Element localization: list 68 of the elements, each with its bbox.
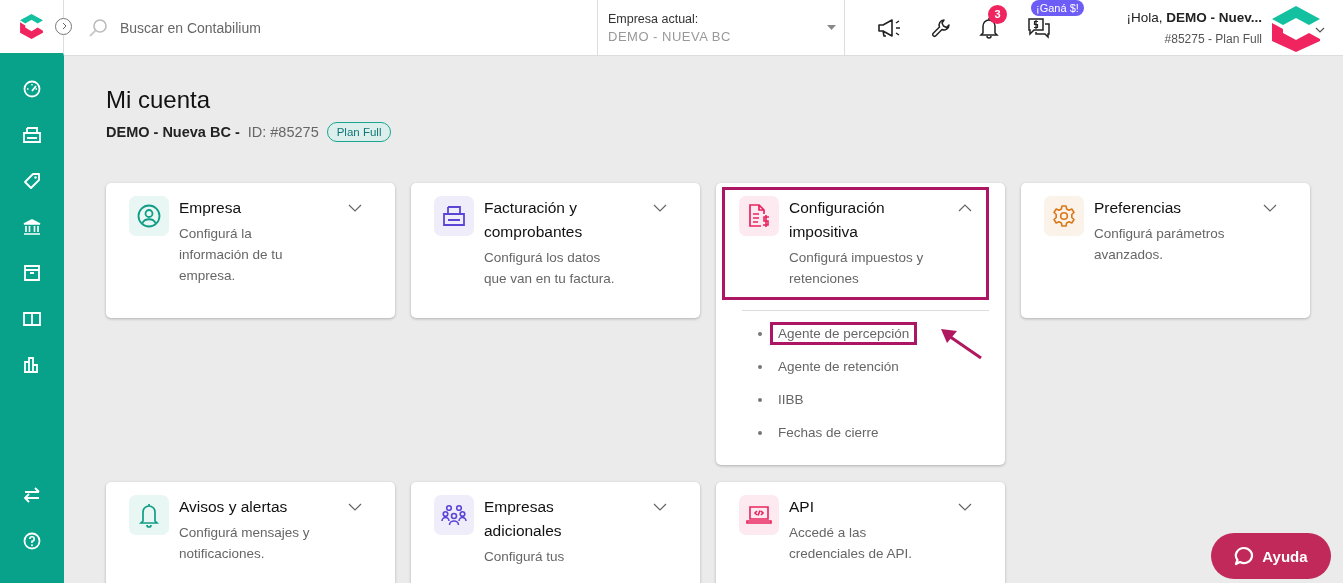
laptop-code-icon: [746, 505, 772, 525]
bank-icon[interactable]: [23, 218, 41, 236]
settings-card[interactable]: Preferencias Configurá parámetros avanzados.: [1021, 183, 1310, 318]
chevron-down-icon[interactable]: [653, 204, 667, 212]
plan-badge: Plan Full: [326, 122, 392, 142]
book-icon[interactable]: [23, 310, 41, 328]
swap-arrows-icon[interactable]: [23, 486, 41, 504]
card-description: Configurá tus: [484, 548, 566, 566]
tag-icon[interactable]: [23, 172, 41, 190]
chevron-down-icon[interactable]: [348, 204, 362, 212]
card-description: Configurá la información de tu empresa.: [179, 225, 284, 285]
submenu-link[interactable]: IIBB: [770, 388, 812, 411]
logo-icon[interactable]: [19, 12, 44, 40]
card-title: Empresas adicionales: [484, 497, 563, 541]
card-description: Configurá impuestos y retenciones: [789, 249, 925, 288]
expand-button[interactable]: [55, 17, 72, 35]
settings-card[interactable]: API Accedé a las credenciales de API.: [716, 482, 1005, 583]
help-icon[interactable]: [23, 532, 41, 550]
card-description: Configurá mensajes y notificaciones.: [179, 524, 311, 563]
promo-badge[interactable]: ¡Ganá $!: [1031, 0, 1084, 16]
chevron-down-icon[interactable]: [653, 503, 667, 511]
card-description: Accedé a las credenciales de API.: [789, 524, 914, 563]
dashboard-gauge-icon[interactable]: [23, 80, 41, 98]
printer-icon[interactable]: [23, 126, 41, 144]
help-chat-button[interactable]: Ayuda: [1211, 533, 1331, 579]
settings-card[interactable]: Empresa Configurá la información de tu empresa.: [106, 183, 395, 318]
settings-card[interactable]: Avisos y alertas Configurá mensajes y notificaciones.: [106, 482, 395, 583]
user-greeting: ¡Hola, DEMO - Nuev...: [1126, 9, 1262, 25]
card-title: Empresa: [179, 198, 243, 218]
wrench-icon[interactable]: [931, 17, 951, 38]
page-title: Mi cuenta: [106, 86, 212, 114]
settings-icon: [1052, 204, 1076, 228]
card-title: API: [789, 497, 815, 517]
money-chat-icon[interactable]: [1027, 16, 1051, 39]
person-icon: [137, 204, 161, 228]
chat-bubble-icon: [1234, 546, 1255, 566]
card-description: Configurá parámetros avanzados.: [1094, 225, 1226, 264]
megaphone-icon[interactable]: [877, 17, 903, 38]
printer-icon: [442, 205, 466, 227]
box-icon[interactable]: [23, 264, 41, 282]
chevron-down-icon[interactable]: [1263, 204, 1277, 212]
company-name: DEMO - Nueva BC -: [106, 124, 240, 140]
notification-badge: 3: [988, 4, 1007, 24]
people-group-icon: [441, 504, 467, 526]
submenu-link[interactable]: Agente de percepción: [770, 322, 918, 345]
account-id: ID: #85275: [247, 124, 319, 140]
settings-card[interactable]: Configuración impositiva Configurá impuestos y retenciones Agente de percepción Agente de retención IIBB Fechas de cierre: [716, 183, 1005, 465]
dropdown-caret-icon: [827, 25, 836, 30]
submenu-link[interactable]: Agente de retención: [770, 355, 907, 378]
card-description: Configurá los datos que van en tu factura.: [484, 249, 616, 288]
card-title: Preferencias: [1094, 198, 1182, 218]
user-menu-logo-icon[interactable]: [1270, 3, 1326, 52]
card-title: Configuración impositiva: [789, 198, 886, 242]
account-id: #85275 - Plan Full: [1164, 31, 1262, 46]
submenu-link[interactable]: Fechas de cierre: [770, 421, 887, 444]
search-icon: [88, 17, 108, 38]
bar-chart-icon[interactable]: [23, 356, 41, 374]
card-title: Facturación y comprobantes: [484, 198, 584, 242]
settings-card[interactable]: Facturación y comprobantes Configurá los datos que van en tu factura.: [411, 183, 700, 318]
chevron-down-icon[interactable]: [348, 503, 362, 511]
company-selector[interactable]: Empresa actual: DEMO - NUEVA BC: [597, 0, 845, 56]
card-title: Avisos y alertas: [179, 497, 289, 517]
bell-icon[interactable]: [979, 16, 999, 39]
settings-card[interactable]: Empresas adicionales Configurá tus: [411, 482, 700, 583]
chevron-down-icon[interactable]: [958, 503, 972, 511]
chevron-up-icon[interactable]: [958, 204, 972, 212]
bell-icon: [138, 502, 160, 528]
document-dollar-icon: [747, 203, 771, 229]
